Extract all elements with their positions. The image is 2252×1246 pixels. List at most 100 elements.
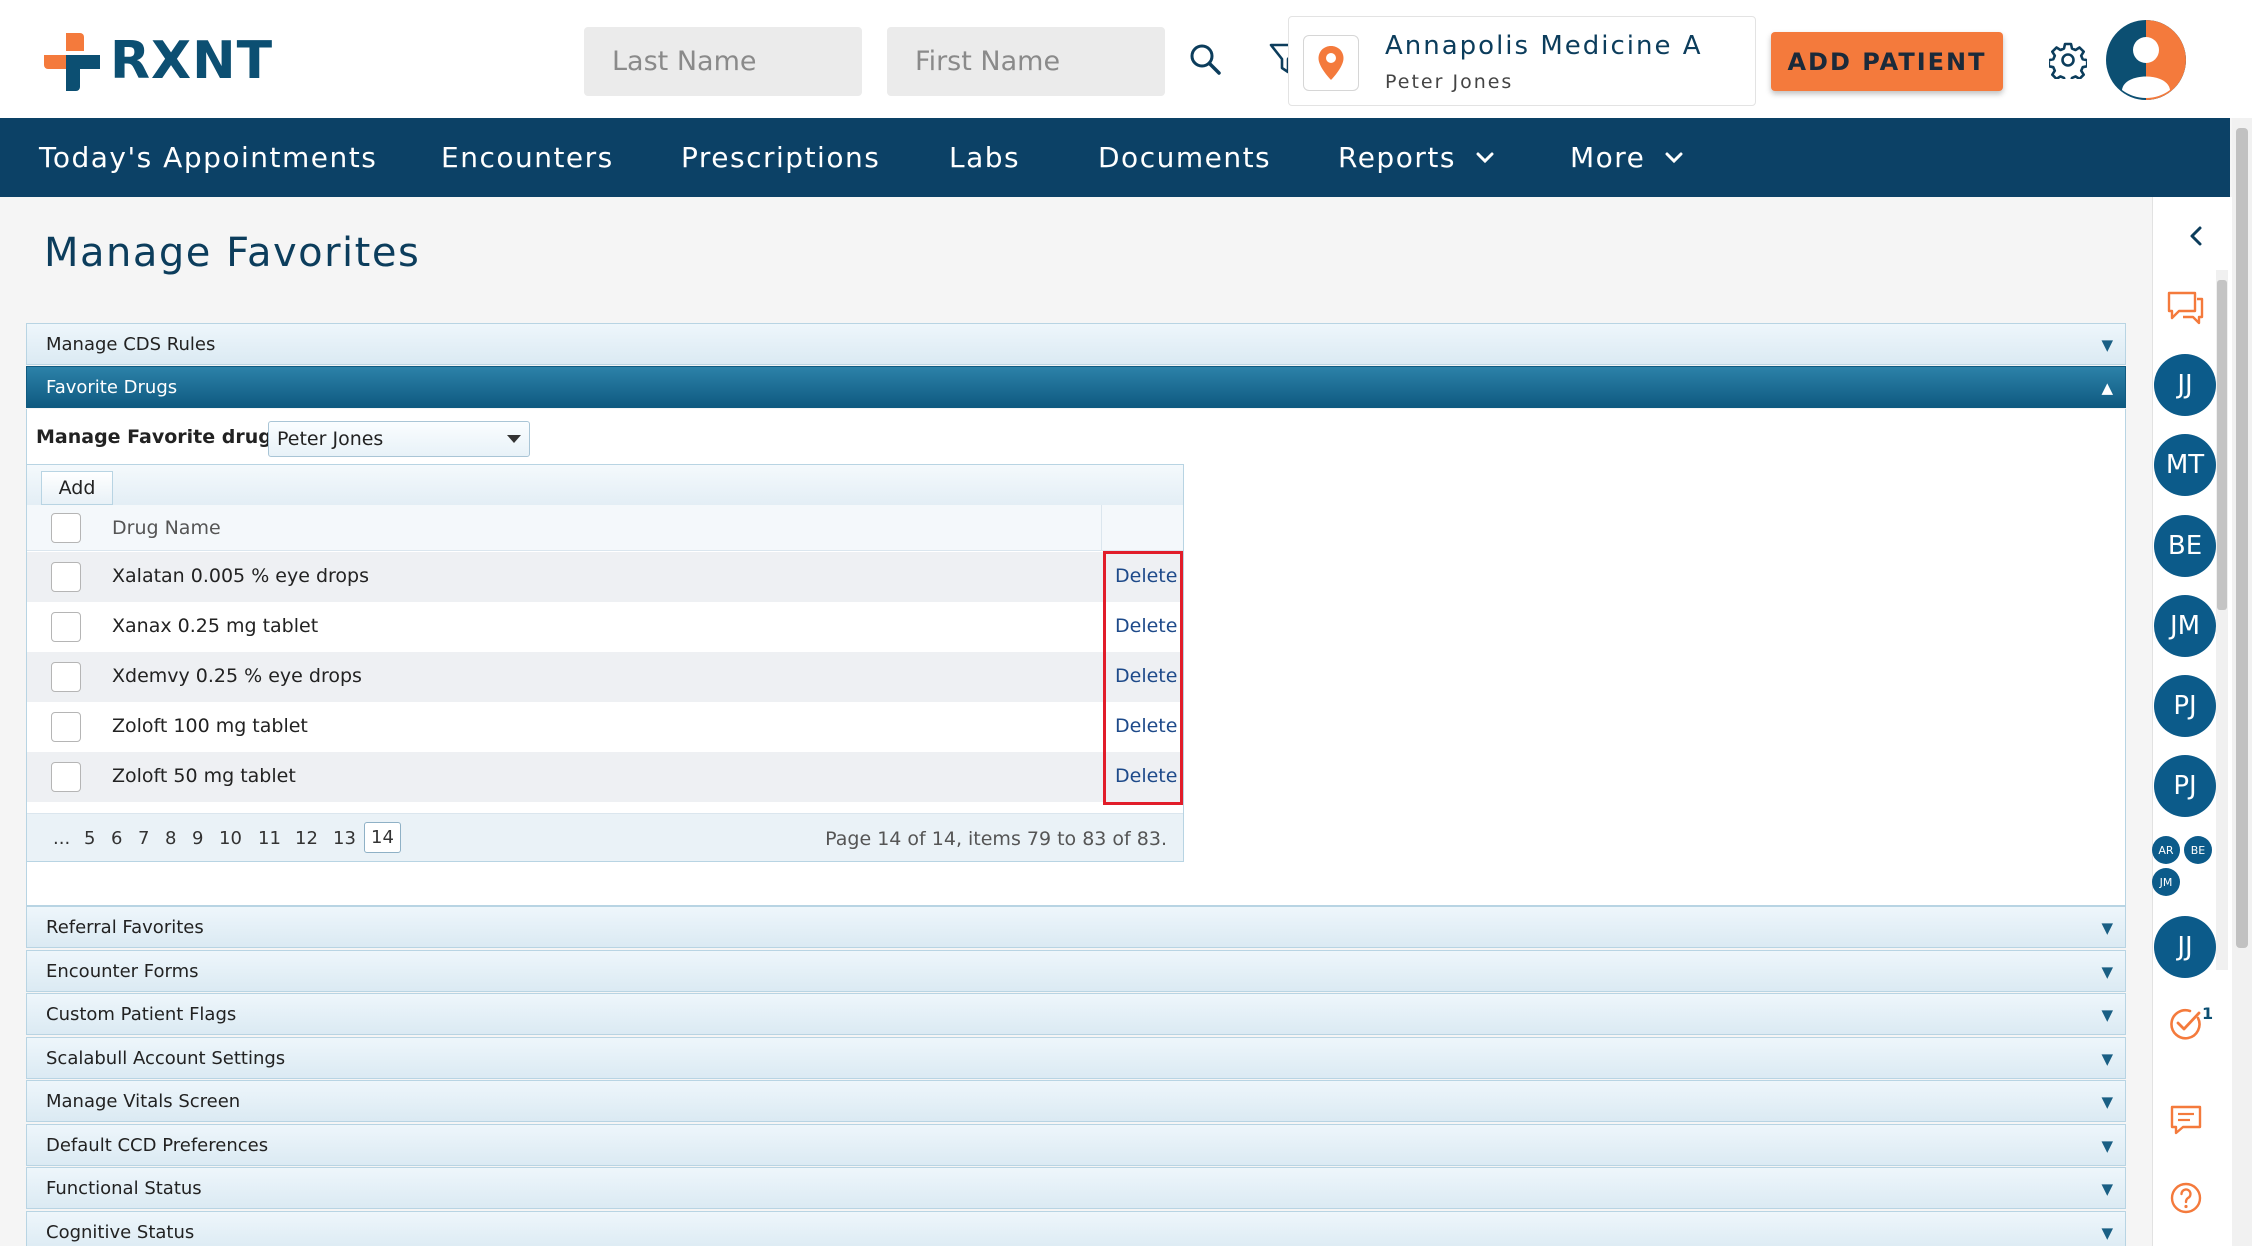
panel-scalabull-account-settings[interactable]: Scalabull Account Settings ▼ xyxy=(26,1037,2126,1079)
search-button[interactable] xyxy=(1182,36,1228,82)
chevron-down-icon xyxy=(1665,152,1683,164)
delete-link[interactable]: Delete xyxy=(1115,615,1177,637)
task-check-icon xyxy=(2170,1009,2201,1040)
panel-label: Functional Status xyxy=(46,1177,202,1199)
row-checkbox[interactable] xyxy=(51,562,81,592)
rail-avatar-be-small[interactable]: BE xyxy=(2184,836,2212,864)
chevron-down-icon xyxy=(1476,152,1494,164)
pager-page[interactable]: 13 xyxy=(333,828,356,849)
rail-avatar-jj-2[interactable]: JJ xyxy=(2154,916,2216,978)
row-checkbox[interactable] xyxy=(51,662,81,692)
rail-avatar-jj[interactable]: JJ xyxy=(2154,354,2216,416)
panel-cognitive-status[interactable]: Cognitive Status ▼ xyxy=(26,1211,2126,1246)
delete-link[interactable]: Delete xyxy=(1115,565,1177,587)
pager-page[interactable]: 12 xyxy=(295,828,318,849)
nav-more[interactable]: More xyxy=(1570,118,1683,197)
pager-ellipsis[interactable]: ... xyxy=(53,828,70,849)
last-name-input[interactable] xyxy=(584,27,862,96)
pager-page[interactable]: 7 xyxy=(138,828,149,849)
nav-prescriptions[interactable]: Prescriptions xyxy=(681,118,880,197)
location-selector[interactable]: Annapolis Medicine A Peter Jones xyxy=(1288,16,1756,106)
page-title: Manage Favorites xyxy=(44,230,421,276)
nav-label: More xyxy=(1570,141,1646,174)
top-header: RXNT Annapolis Medicine A Peter Jones AD… xyxy=(0,0,2252,118)
nav-reports[interactable]: Reports xyxy=(1338,118,1494,197)
drug-name: Xalatan 0.005 % eye drops xyxy=(112,565,369,587)
rail-avatar-pj[interactable]: PJ xyxy=(2154,675,2216,737)
panel-label: Scalabull Account Settings xyxy=(46,1047,286,1069)
table-row: Xalatan 0.005 % eye drops Delete xyxy=(27,552,1183,602)
chat-conversations-button[interactable] xyxy=(2160,286,2210,330)
nav-documents[interactable]: Documents xyxy=(1098,118,1271,197)
rail-avatar-mt[interactable]: MT xyxy=(2154,434,2216,496)
rail-collapse-button[interactable] xyxy=(2178,218,2214,254)
panel-favorite-drugs[interactable]: Favorite Drugs ▲ xyxy=(26,366,2126,408)
rail-avatar-pj-2[interactable]: PJ xyxy=(2154,755,2216,817)
panel-encounter-forms[interactable]: Encounter Forms ▼ xyxy=(26,950,2126,992)
delete-link[interactable]: Delete xyxy=(1115,715,1177,737)
rail-avatar-be[interactable]: BE xyxy=(2154,515,2216,577)
nav-label: Today's Appointments xyxy=(39,141,378,174)
panel-manage-cds-rules[interactable]: Manage CDS Rules ▼ xyxy=(26,323,2126,365)
row-checkbox[interactable] xyxy=(51,762,81,792)
location-provider: Peter Jones xyxy=(1385,71,1514,93)
row-checkbox[interactable] xyxy=(51,612,81,642)
tasks-button[interactable] xyxy=(2166,1004,2206,1044)
rail-avatar-jm[interactable]: JM xyxy=(2154,595,2216,657)
panel-label: Manage CDS Rules xyxy=(46,333,216,355)
panel-functional-status[interactable]: Functional Status ▼ xyxy=(26,1167,2126,1209)
nav-encounters[interactable]: Encounters xyxy=(441,118,614,197)
messages-button[interactable] xyxy=(2166,1100,2206,1140)
row-checkbox[interactable] xyxy=(51,712,81,742)
panel-label: Referral Favorites xyxy=(46,916,204,938)
drug-name: Zoloft 50 mg tablet xyxy=(112,765,296,787)
help-button[interactable] xyxy=(2166,1178,2206,1218)
pager-page[interactable]: 11 xyxy=(258,828,281,849)
grid-pager: ... 5 6 7 8 9 10 11 12 13 14 Page 14 of … xyxy=(27,813,1183,861)
expand-arrow-icon: ▼ xyxy=(2101,919,2113,937)
chat-bubbles-icon xyxy=(2167,291,2204,325)
drug-name: Xanax 0.25 mg tablet xyxy=(112,615,319,637)
drug-name: Zoloft 100 mg tablet xyxy=(112,715,308,737)
delete-link[interactable]: Delete xyxy=(1115,765,1177,787)
column-header-drug-name[interactable]: Drug Name xyxy=(112,517,221,539)
provider-select-value: Peter Jones xyxy=(277,428,384,450)
expand-arrow-icon: ▼ xyxy=(2101,1050,2113,1068)
message-icon xyxy=(2170,1105,2202,1135)
panel-referral-favorites[interactable]: Referral Favorites ▼ xyxy=(26,906,2126,948)
table-row: Zoloft 50 mg tablet Delete xyxy=(27,752,1183,802)
search-icon xyxy=(1190,44,1221,75)
rail-avatar-jm-small[interactable]: JM xyxy=(2152,868,2180,896)
pager-info: Page 14 of 14, items 79 to 83 of 83. xyxy=(825,828,1167,850)
panel-default-ccd-preferences[interactable]: Default CCD Preferences ▼ xyxy=(26,1124,2126,1166)
nav-label: Documents xyxy=(1098,141,1272,174)
pager-page[interactable]: 6 xyxy=(111,828,122,849)
user-avatar[interactable] xyxy=(2106,20,2186,100)
rail-avatar-ar[interactable]: AR xyxy=(2152,836,2180,864)
nav-labs[interactable]: Labs xyxy=(949,118,1020,197)
first-name-input[interactable] xyxy=(887,27,1165,96)
pager-page[interactable]: 5 xyxy=(84,828,95,849)
pager-page[interactable]: 8 xyxy=(165,828,176,849)
rail-scrollbar-thumb[interactable] xyxy=(2217,280,2227,610)
panel-manage-vitals-screen[interactable]: Manage Vitals Screen ▼ xyxy=(26,1080,2126,1122)
add-patient-button[interactable]: ADD PATIENT xyxy=(1771,32,2003,91)
add-drug-button[interactable]: Add xyxy=(41,471,113,505)
location-pin-icon xyxy=(1318,46,1344,80)
provider-select[interactable]: Peter Jones xyxy=(268,421,530,457)
rxnt-logo[interactable]: RXNT xyxy=(42,30,273,92)
panel-custom-patient-flags[interactable]: Custom Patient Flags ▼ xyxy=(26,993,2126,1035)
pager-page[interactable]: 10 xyxy=(219,828,242,849)
chevron-left-icon xyxy=(2190,226,2202,246)
panel-label: Manage Vitals Screen xyxy=(46,1090,241,1112)
pager-page[interactable]: 9 xyxy=(192,828,203,849)
page-scrollbar-thumb[interactable] xyxy=(2236,128,2248,948)
logo-text: RXNT xyxy=(110,31,274,91)
tasks-badge: 1 xyxy=(2202,1004,2214,1023)
select-all-checkbox[interactable] xyxy=(51,513,81,543)
delete-link[interactable]: Delete xyxy=(1115,665,1177,687)
settings-button[interactable] xyxy=(2044,36,2092,84)
expand-arrow-icon: ▼ xyxy=(2101,336,2113,354)
rxnt-cross-icon xyxy=(44,33,100,91)
nav-todays-appointments[interactable]: Today's Appointments xyxy=(39,118,377,197)
